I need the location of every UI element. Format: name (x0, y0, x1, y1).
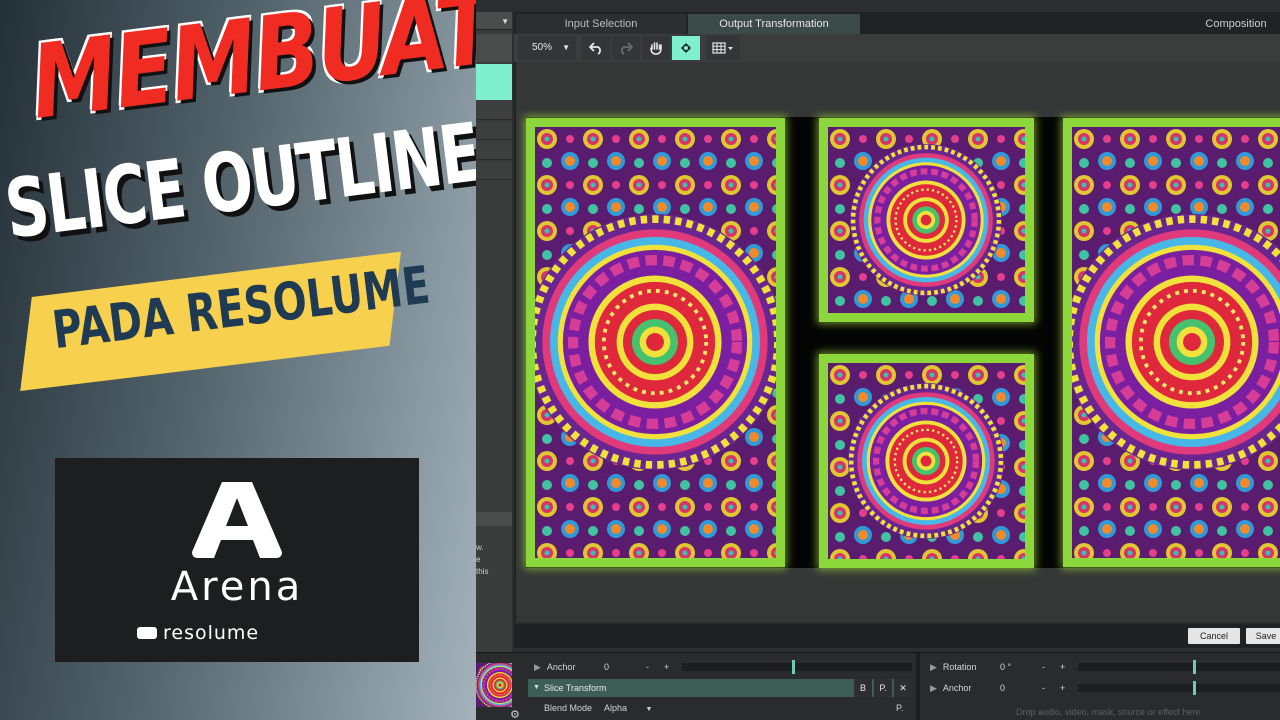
chevron-down-icon: ▼ (501, 17, 509, 26)
decrement-button[interactable]: - (646, 658, 649, 676)
banner-title-line3: PADA RESOLUME (49, 255, 434, 362)
blend-mode-select[interactable]: Alpha ▼ (604, 699, 652, 717)
anchor-label: Anchor (546, 662, 576, 672)
decrement-button[interactable]: - (1042, 658, 1045, 676)
help-text: w. e this (476, 542, 488, 578)
slice-item[interactable] (476, 162, 512, 180)
banner-ribbon: PADA RESOLUME (20, 251, 433, 392)
panel-footer-bar (476, 512, 512, 526)
anchor-slider[interactable] (1078, 681, 1280, 695)
transform-tool-button[interactable] (672, 36, 700, 60)
rotation-row: ▶ Rotation 0 ° - + (930, 658, 1280, 676)
undo-button[interactable] (582, 36, 610, 60)
slice-transform-label: Slice Transform (544, 683, 607, 693)
logo-brand: resolume (137, 622, 260, 644)
mandala-image (535, 127, 776, 558)
slice-right[interactable] (1063, 118, 1280, 567)
collapse-arrow-icon[interactable]: ▼ (533, 679, 540, 697)
parameter-panel: ⚙ ▶ Anchor 0 - + ▼ Slice Transform B P. ✕… (476, 652, 1280, 720)
help-text-line: this (476, 567, 489, 576)
undo-icon (588, 42, 601, 55)
chevron-down-icon: ▼ (645, 706, 653, 713)
mandala-image (1072, 127, 1280, 558)
grid-button[interactable] (706, 36, 740, 60)
mandala-image (828, 363, 1025, 559)
anchor-slider[interactable] (682, 660, 912, 674)
resolume-icon (137, 627, 157, 639)
rotation-slider[interactable] (1078, 660, 1280, 674)
chevron-down-icon: ▼ (562, 43, 570, 52)
cancel-button[interactable]: Cancel (1188, 628, 1240, 644)
output-canvas[interactable] (514, 62, 1280, 622)
resolume-advanced-output: ▼ w. e this Input Selection Output Trans… (476, 0, 1280, 720)
arena-a-icon (192, 482, 282, 558)
promo-banner: MEMBUAT SLICE OUTLINE PADA RESOLUME Aren… (0, 0, 476, 720)
composition-label: Composition (1205, 18, 1267, 30)
tab-output-transformation[interactable]: Output Transformation (688, 14, 860, 34)
blend-mode-row: Blend Mode Alpha ▼ P. (544, 699, 914, 717)
grid-icon (712, 42, 733, 54)
expand-arrow-icon[interactable]: ▶ (534, 662, 541, 672)
transform-tool-icon (681, 43, 691, 53)
arena-logo: Arena resolume (55, 458, 419, 662)
expand-arrow-icon[interactable]: ▶ (930, 683, 937, 693)
logo-brand-text: resolume (163, 622, 260, 644)
screen-header (476, 34, 512, 62)
help-text-line: w. (476, 543, 484, 552)
drop-hint: Drop audio, video, mask, source or effec… (1016, 707, 1201, 717)
redo-button[interactable] (612, 36, 640, 60)
toolbar: 50% ▼ (514, 34, 1280, 62)
slice-bottom-center[interactable] (819, 354, 1034, 568)
tab-bar: Input Selection Output Transformation Co… (514, 12, 1280, 34)
gear-icon[interactable]: ⚙ (510, 708, 520, 720)
slider-knob[interactable] (1193, 660, 1196, 674)
panel-divider (916, 653, 920, 720)
mandala-image (828, 127, 1025, 313)
anchor-value[interactable]: 0 (604, 658, 609, 676)
tab-input-selection[interactable]: Input Selection (516, 14, 686, 34)
zoom-value: 50% (532, 42, 553, 53)
blend-mode-label: Blend Mode (544, 703, 593, 713)
bypass-button[interactable]: B (854, 679, 872, 697)
hand-tool-button[interactable] (642, 36, 670, 60)
increment-button[interactable]: + (664, 658, 669, 676)
slice-item[interactable] (476, 102, 512, 120)
expand-arrow-icon[interactable]: ▶ (930, 662, 937, 672)
increment-button[interactable]: + (1060, 658, 1065, 676)
slice-left[interactable] (526, 118, 785, 567)
dialog-button-bar: Cancel Save (514, 624, 1280, 648)
slice-item[interactable] (476, 122, 512, 140)
increment-button[interactable]: + (1060, 679, 1065, 697)
help-text-line: e (476, 555, 481, 564)
redo-icon (621, 42, 634, 55)
output-frame (526, 117, 1280, 568)
clip-thumbnail[interactable] (476, 663, 512, 707)
slice-item[interactable] (476, 142, 512, 160)
rotation-label: Rotation (942, 662, 977, 672)
zoom-select[interactable]: 50% ▼ (518, 36, 576, 60)
slider-knob[interactable] (1193, 681, 1196, 695)
screen-dropdown[interactable]: ▼ (476, 12, 512, 30)
decrement-button[interactable]: - (1042, 679, 1045, 697)
preset-button[interactable]: P. (874, 679, 892, 697)
anchor-row-left: ▶ Anchor 0 - + (534, 658, 914, 676)
rotation-value[interactable]: 0 ° (1000, 658, 1011, 676)
screens-panel: ▼ w. e this (476, 12, 512, 652)
logo-word: Arena (170, 564, 304, 610)
preset-button[interactable]: P. (896, 699, 903, 717)
blend-mode-value: Alpha (604, 703, 628, 713)
anchor-label: Anchor (942, 683, 972, 693)
slice-transform-section[interactable]: ▼ Slice Transform B P. ✕ (528, 679, 912, 697)
banner-title-line1: MEMBUAT (24, 0, 476, 143)
anchor-row-right: ▶ Anchor 0 - + (930, 679, 1280, 697)
slice-top-center[interactable] (819, 118, 1034, 322)
save-button[interactable]: Save (1246, 628, 1280, 644)
anchor-value[interactable]: 0 (1000, 679, 1005, 697)
remove-button[interactable]: ✕ (894, 679, 912, 697)
selected-slice-item[interactable] (476, 64, 512, 100)
mandala-image (476, 663, 512, 707)
slider-knob[interactable] (792, 660, 795, 674)
hand-icon (650, 42, 662, 55)
